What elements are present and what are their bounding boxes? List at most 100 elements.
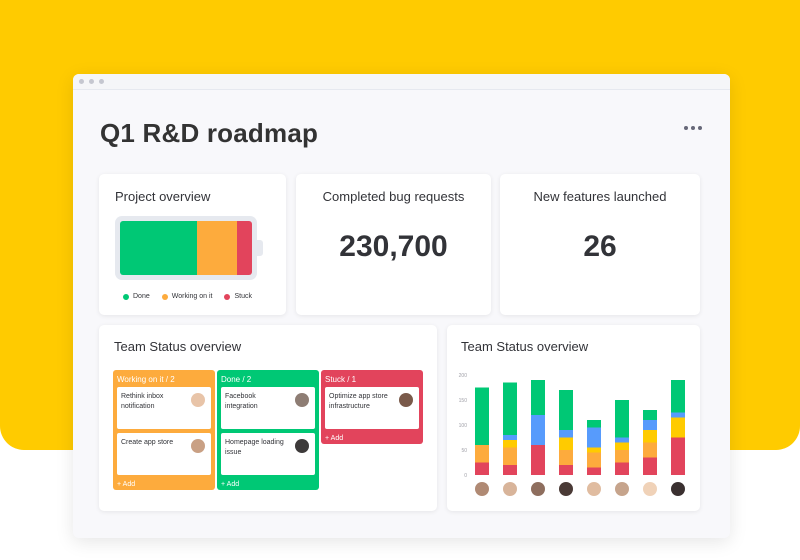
avatar	[643, 482, 657, 496]
bar-segment[interactable]	[587, 447, 601, 453]
legend-item: Working on it	[161, 293, 213, 300]
bar-segment[interactable]	[615, 400, 629, 438]
bar-segment[interactable]	[587, 427, 601, 448]
dashboard-window: Q1 R&D roadmap Project overview Done Work…	[73, 74, 730, 538]
features-widget[interactable]: New features launched 26	[500, 174, 700, 315]
bar-segment[interactable]	[475, 387, 489, 446]
window-titlebar	[73, 74, 730, 90]
battery-segment	[196, 221, 238, 275]
legend-dot-icon	[161, 293, 168, 300]
bar-segment[interactable]	[531, 415, 545, 445]
bar-segment[interactable]	[615, 442, 629, 451]
avatar	[191, 439, 205, 453]
battery-cap	[257, 240, 263, 256]
legend-label: Working on it	[171, 293, 213, 300]
kanban-column: Stuck / 1 Optimize app store infrastructu…	[321, 370, 423, 444]
bar-segment[interactable]	[671, 380, 685, 413]
window-dot-icon[interactable]	[79, 79, 84, 84]
kanban-add-button[interactable]: + Add	[217, 479, 319, 490]
project-overview-widget[interactable]: Project overview Done Working on it Stuck	[99, 174, 286, 315]
kanban-card[interactable]: Facebook integration	[221, 387, 315, 429]
legend-dot-icon	[123, 293, 129, 300]
bar-segment[interactable]	[643, 430, 657, 443]
kanban-column: Working on it / 2 Rethink inbox notificat…	[113, 370, 215, 490]
bar-segment[interactable]	[587, 420, 601, 428]
kanban-add-button[interactable]: + Add	[113, 479, 215, 490]
widget-title: Project overview	[115, 189, 211, 204]
bug-requests-widget[interactable]: Completed bug requests 230,700	[296, 174, 491, 315]
widget-title: Team Status overview	[114, 339, 242, 354]
bar-segment[interactable]	[643, 410, 657, 420]
battery-fill	[120, 221, 252, 275]
y-tick-label: 100	[459, 423, 468, 429]
team-status-kanban-widget[interactable]: Team Status overview Working on it / 2 Re…	[99, 325, 437, 511]
bar-segment[interactable]	[559, 465, 573, 475]
kanban-card-text: Rethink inbox notification	[121, 393, 164, 410]
kanban-card-text: Facebook integration	[225, 393, 258, 410]
bar-segment[interactable]	[615, 450, 629, 463]
avatar	[475, 482, 489, 496]
legend-item: Done	[123, 293, 150, 300]
kanban-card[interactable]: Create app store	[117, 433, 211, 475]
avatar	[295, 393, 309, 407]
stage: Q1 R&D roadmap Project overview Done Work…	[0, 0, 800, 560]
y-tick-label: 50	[461, 448, 467, 454]
bar-segment[interactable]	[671, 437, 685, 476]
team-status-chart-widget[interactable]: Team Status overview 200 150 100 50 0	[447, 325, 700, 511]
bar-segment[interactable]	[643, 442, 657, 458]
avatar	[615, 482, 629, 496]
bar-segment[interactable]	[643, 457, 657, 476]
bar-segment[interactable]	[671, 417, 685, 438]
y-tick-label: 200	[459, 373, 468, 379]
more-options-button[interactable]	[684, 126, 702, 130]
bar-segment[interactable]	[587, 467, 601, 476]
avatar	[559, 482, 573, 496]
widget-title: New features launched	[533, 189, 667, 204]
bar-segment[interactable]	[531, 445, 545, 475]
kanban-column-header[interactable]: Working on it / 2	[113, 370, 215, 387]
window-dot-icon[interactable]	[89, 79, 94, 84]
kanban-add-button[interactable]: + Add	[321, 433, 423, 444]
kanban-card[interactable]: Rethink inbox notification	[117, 387, 211, 429]
bar-segment[interactable]	[503, 382, 517, 436]
bug-requests-value: 230,700	[339, 230, 448, 263]
y-tick-label: 150	[459, 398, 468, 404]
bar-segment[interactable]	[475, 462, 489, 476]
avatar	[671, 482, 685, 496]
kanban-card-text: Homepage loading issue	[225, 439, 284, 456]
kanban-card[interactable]: Optimize app store infrastructure	[325, 387, 419, 429]
legend-label: Stuck	[234, 293, 252, 300]
battery-chart	[115, 216, 263, 280]
kanban-card-text: Optimize app store infrastructure	[329, 393, 388, 410]
avatar	[399, 393, 413, 407]
bar-segment[interactable]	[671, 412, 685, 418]
bar-segment[interactable]	[615, 437, 629, 443]
bar-segment[interactable]	[559, 437, 573, 451]
legend-label: Done	[133, 293, 150, 300]
bar-segment[interactable]	[503, 440, 517, 448]
bar-segment[interactable]	[559, 450, 573, 465]
avatar	[191, 393, 205, 407]
bar-segment[interactable]	[475, 445, 489, 463]
bar-segment[interactable]	[643, 420, 657, 430]
legend-item: Stuck	[224, 293, 252, 300]
kanban-card-text: Create app store	[121, 439, 174, 446]
bar-segment[interactable]	[559, 430, 573, 438]
bar-segment[interactable]	[503, 447, 517, 466]
bar-segment[interactable]	[615, 462, 629, 476]
bar-segment[interactable]	[503, 435, 517, 440]
kanban-card[interactable]: Homepage loading issue	[221, 433, 315, 475]
bar-segment[interactable]	[559, 390, 573, 430]
bar-segment[interactable]	[503, 465, 517, 475]
battery-legend: Done Working on it Stuck	[123, 293, 252, 300]
kanban-column-header[interactable]: Done / 2	[217, 370, 319, 387]
more-dot-icon	[698, 126, 702, 130]
legend-dot-icon	[224, 293, 231, 300]
features-value: 26	[583, 230, 617, 263]
y-tick-label: 0	[464, 473, 467, 479]
bar-segment[interactable]	[587, 452, 601, 468]
bar-segment[interactable]	[531, 380, 545, 415]
avatar	[531, 482, 545, 496]
kanban-column-header[interactable]: Stuck / 1	[321, 370, 423, 387]
window-dot-icon[interactable]	[99, 79, 104, 84]
